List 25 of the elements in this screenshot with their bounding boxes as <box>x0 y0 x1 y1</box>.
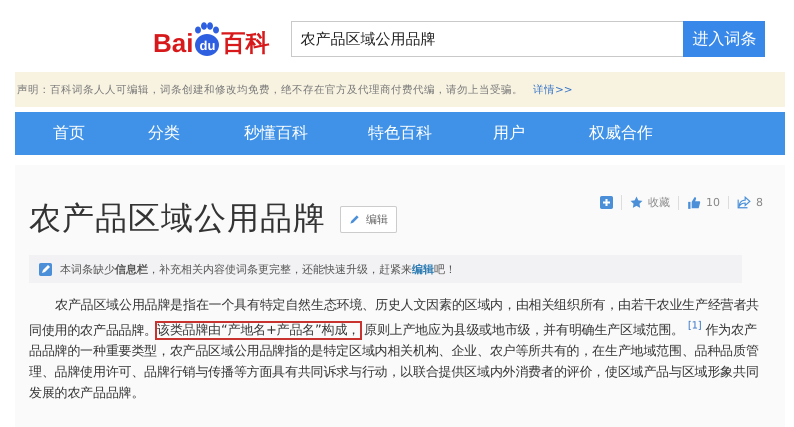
article-paragraph: 农产品区域公用品牌是指在一个具有特定自然生态环境、历史人文因素的区域内，由相关组织所有，由若干农业生产经营者共同使用的农产品品牌。该类品牌由“产地名+产品名”构成， 原则上产地应为县级或地市级，并有明确生产区域范围。 $^{[1]}$ 作为农产品品牌的一种重要类型，农产品区域公用品牌指的是特定区域内相关机构、企业、农户等所共有的，在生产地域范围、品种品质管理、品牌使用许可、品牌行销与传播等方面具有共同诉求与行动，以联合提供区域内外消费者的评价，使区域产品与区域形象共同发展的农产品品牌。 <box>29 297 760 404</box>
nav-tab[interactable]: 分类 <box>132 112 228 155</box>
collect-label[interactable]: 收藏 <box>648 195 670 210</box>
edit-note-icon <box>39 262 52 276</box>
nav-tab[interactable]: 权威合作 <box>573 112 683 155</box>
nav-tab[interactable]: 用户 <box>477 112 573 155</box>
tip-text: 本词条缺少信息栏，补充相关内容使词条更完整，还能快速升级，赶紧来编辑吧！ <box>60 262 456 276</box>
nav-tab[interactable]: 首页 <box>37 112 132 155</box>
like-count: 10 <box>706 196 720 209</box>
star-icon[interactable] <box>630 196 643 209</box>
disclaimer-text: 声明：百科词条人人可编辑，词条创建和修改均免费，绝不存在官方及代理商付费代编，请勿上当受骗。 <box>17 82 523 96</box>
thumbs-up-icon[interactable] <box>687 196 701 210</box>
add-icon[interactable] <box>600 196 613 209</box>
enter-entry-button[interactable]: 进入词条 <box>683 21 766 57</box>
share-icon[interactable] <box>737 196 751 209</box>
share-count: 8 <box>756 196 763 209</box>
search-field[interactable]: 农产品区域公用品牌 <box>291 21 684 57</box>
edit-button[interactable]: 编辑 <box>340 206 397 232</box>
baike-logo[interactable]: Bai du 百科 <box>153 22 270 56</box>
nav-tab[interactable]: 特色百科 <box>352 112 477 155</box>
entry-title: 农产品区域公用品牌 <box>29 198 326 239</box>
pencil-icon <box>349 214 360 224</box>
nav-tab[interactable]: 秒懂百科 <box>228 112 352 155</box>
edit-link[interactable]: 编辑 <box>412 262 434 276</box>
details-link[interactable]: 详情>> <box>533 82 573 96</box>
